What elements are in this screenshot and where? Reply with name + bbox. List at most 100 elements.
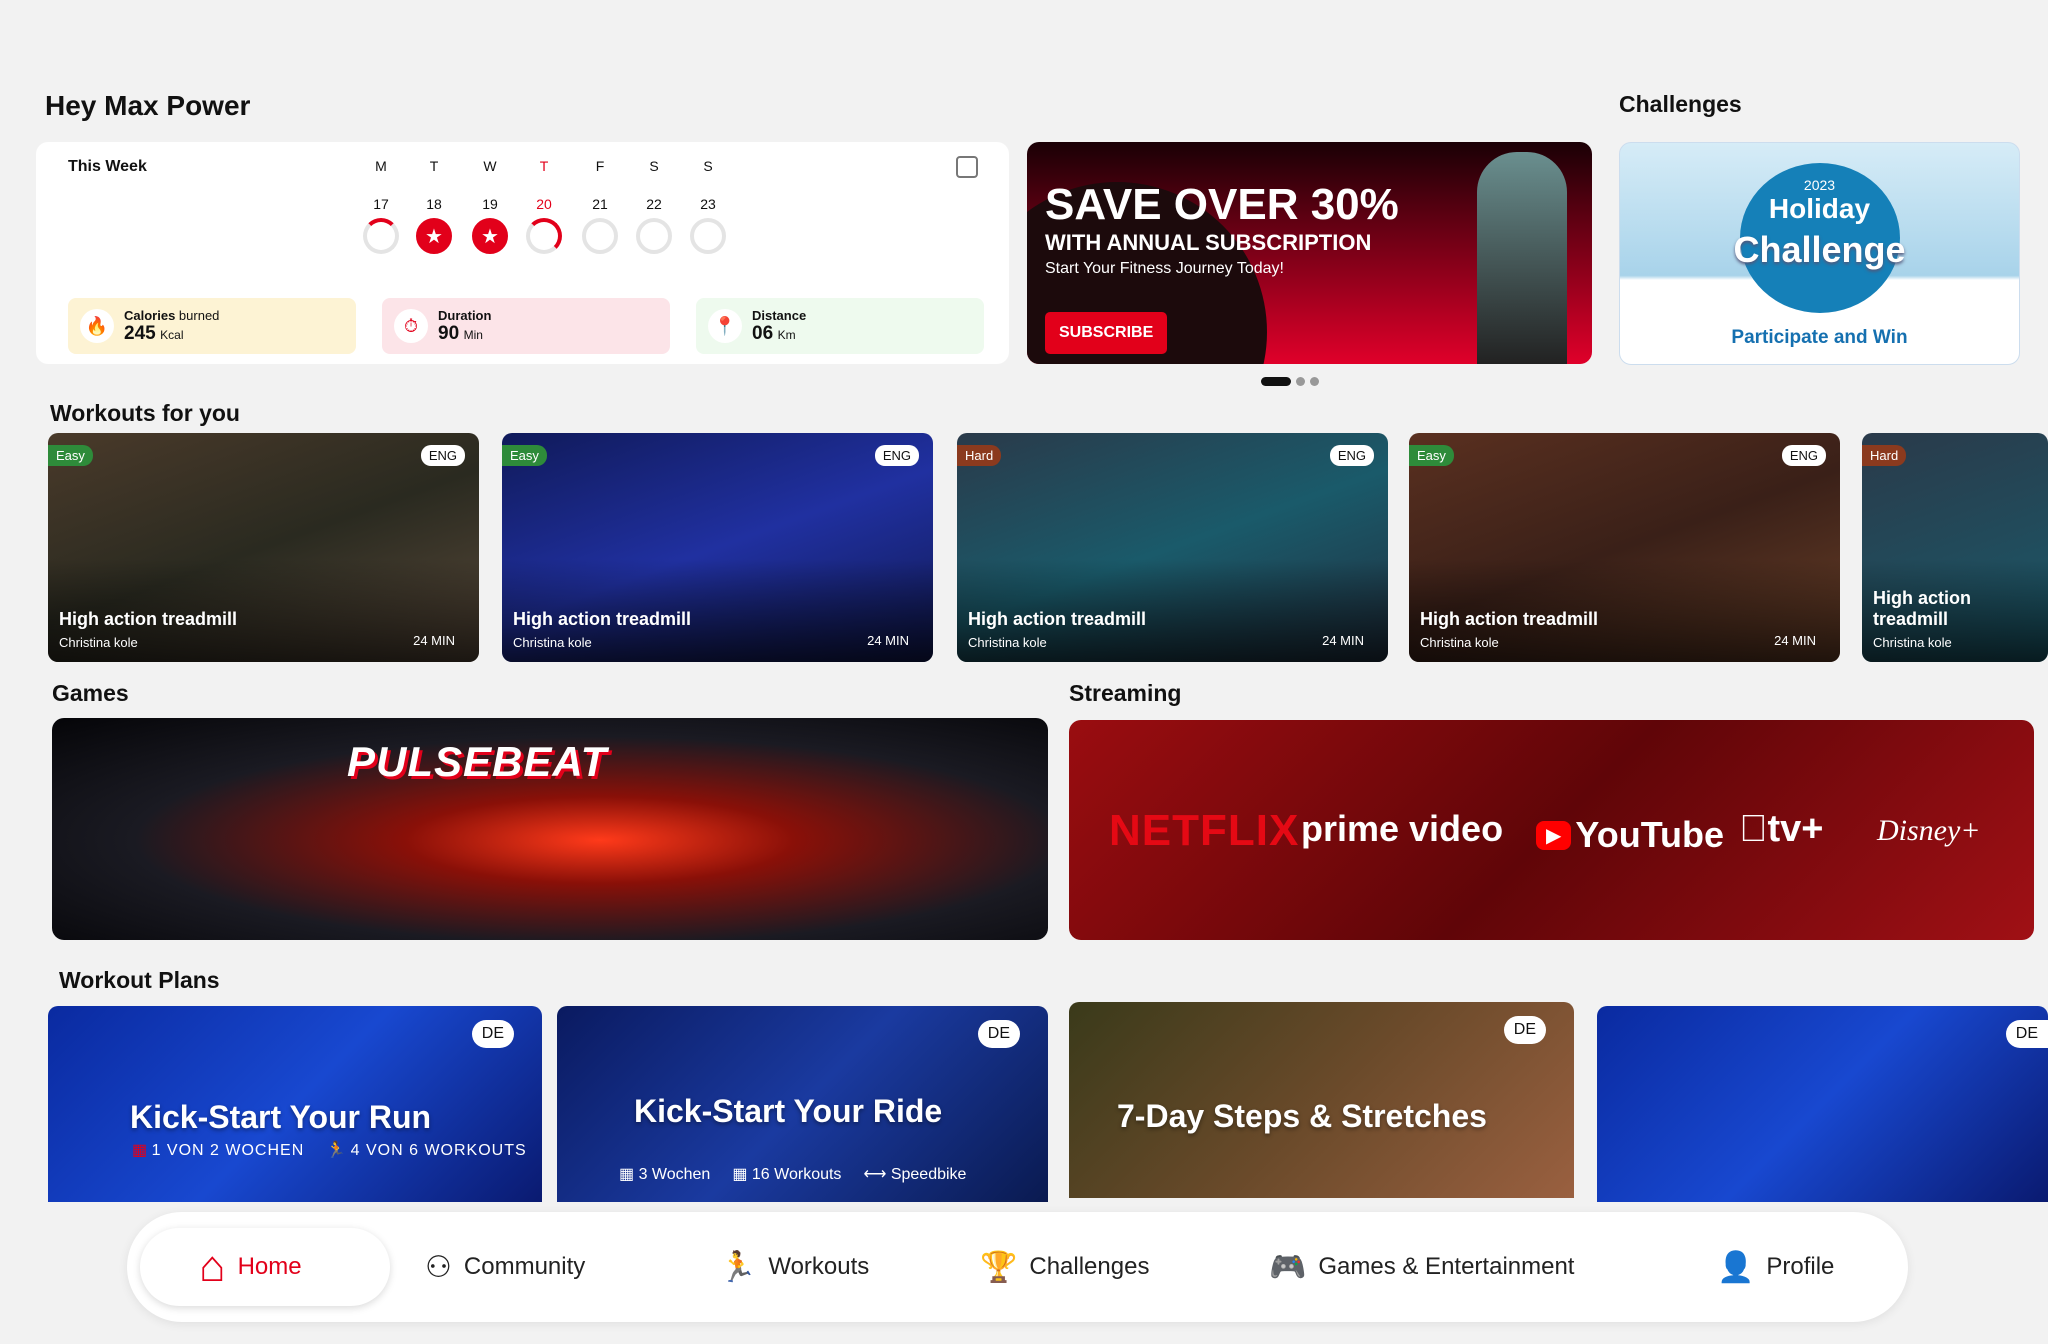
day-date[interactable]: 18 xyxy=(414,196,454,212)
youtube-logo[interactable]: ▶ YouTube xyxy=(1536,814,1724,856)
subscription-banner[interactable]: SAVE OVER 30% WITH ANNUAL SUBSCRIPTION S… xyxy=(1027,142,1592,364)
nav-community[interactable]: ⚇ Community xyxy=(425,1212,585,1322)
workout-plan-card[interactable]: DE Kick-Start Your Run ▦ 1 VON 2 WOCHEN 🏃… xyxy=(48,1006,542,1202)
participate-link[interactable]: Participate and Win xyxy=(1620,327,2019,349)
language-badge: DE xyxy=(977,1020,1020,1048)
day-date[interactable]: 21 xyxy=(580,196,620,212)
calendar-clock-icon: ▦ xyxy=(732,1166,748,1183)
level-badge: Easy xyxy=(48,445,93,466)
workout-plan-card[interactable]: DE Kick-Start Your Ride ▦ 3 Wochen ▦ 16 W… xyxy=(557,1006,1048,1202)
community-icon: ⚇ xyxy=(425,1250,452,1284)
workouts-title: Workouts for you xyxy=(50,400,240,426)
profile-icon: 👤 xyxy=(1717,1250,1755,1284)
plan-meta: ⟷ Speedbike xyxy=(863,1166,967,1183)
plan-title: Kick-Start Your Run xyxy=(130,1099,432,1135)
workout-duration: 24 MIN xyxy=(867,633,909,648)
workout-trainer: Christina kole xyxy=(1420,635,1499,650)
day-progress-ring xyxy=(690,218,726,254)
level-badge: Hard xyxy=(1862,445,1907,466)
language-badge: ENG xyxy=(420,445,465,466)
holiday-challenge-card[interactable]: 2023 Holiday Challenge Participate and W… xyxy=(1619,142,2020,365)
day-date[interactable]: 20 xyxy=(524,196,564,212)
streaming-title: Streaming xyxy=(1069,680,1182,706)
workout-card[interactable]: Hard ENG High action treadmill Christina… xyxy=(957,433,1388,662)
day-date[interactable]: 23 xyxy=(688,196,728,212)
workout-card[interactable]: Easy ENG High action treadmill Christina… xyxy=(1409,433,1840,662)
star-icon: ★ xyxy=(472,218,508,254)
workout-title: High action treadmill xyxy=(1420,609,1599,629)
stat-distance: 📍 Distance 06 Km xyxy=(696,298,984,354)
day-letter: T xyxy=(429,158,439,174)
workout-title: High action treadmill xyxy=(1873,588,1971,629)
pulsebeat-game-card[interactable]: PULSEBEAT xyxy=(52,718,1048,940)
disney-plus-logo[interactable]: Disney+ xyxy=(1877,814,1981,848)
carousel-dots[interactable] xyxy=(1261,377,1319,386)
apple-tv-logo[interactable]: tv+ xyxy=(1739,808,1823,851)
workout-trainer: Christina kole xyxy=(968,635,1047,650)
runner-icon: 🏃 xyxy=(326,1142,347,1159)
workout-title: High action treadmill xyxy=(513,609,692,629)
workout-plan-card[interactable]: DE 7-Day Steps & Stretches xyxy=(1069,1002,1574,1198)
bottom-nav: ⌂ Home ⚇ Community 🏃 Workouts 🏆 Challenges 🎮… xyxy=(127,1212,1908,1322)
workout-trainer: Christina kole xyxy=(1873,635,1952,650)
day-date[interactable]: 17 xyxy=(361,196,401,212)
workout-card[interactable]: Easy ENG High action treadmill Christina… xyxy=(502,433,933,662)
plans-title: Workout Plans xyxy=(59,967,220,993)
plan-meta: 🏃 4 VON 6 WORKOUTS xyxy=(326,1142,527,1159)
plan-title: 7-Day Steps & Stretches xyxy=(1117,1098,1487,1134)
arrows-icon: ⟷ xyxy=(863,1166,887,1183)
week-summary-card: This Week M 17 T 18 ★ W 19 ★ T 20 F 21 S 22 S 23 🔥 Calo… xyxy=(36,142,1009,364)
nav-workouts[interactable]: 🏃 Workouts xyxy=(719,1212,869,1322)
language-badge: DE xyxy=(2005,1020,2048,1048)
games-title: Games xyxy=(52,680,129,706)
nav-games-entertainment[interactable]: 🎮 Games & Entertainment xyxy=(1269,1212,1574,1322)
promo-tagline: Start Your Fitness Journey Today! xyxy=(1045,260,1284,277)
workout-card[interactable]: Hard High action treadmill Christina kol… xyxy=(1862,433,2048,662)
greeting: Hey Max Power xyxy=(45,90,251,121)
language-badge: DE xyxy=(1503,1016,1546,1044)
calendar-icon: ▦ xyxy=(132,1142,148,1159)
plan-meta: ▦ 1 VON 2 WOCHEN xyxy=(132,1142,305,1159)
day-letter: W xyxy=(483,158,497,174)
netflix-logo[interactable]: NETFLIX xyxy=(1109,806,1299,856)
workout-card[interactable]: Easy ENG High action treadmill Christina… xyxy=(48,433,479,662)
workout-plan-card[interactable]: DE xyxy=(1597,1006,2048,1202)
home-icon: ⌂ xyxy=(199,1242,226,1291)
nav-challenges[interactable]: 🏆 Challenges xyxy=(980,1212,1149,1322)
promo-headline: SAVE OVER 30% xyxy=(1045,180,1399,229)
star-icon: ★ xyxy=(416,218,452,254)
athlete-image xyxy=(1477,152,1567,364)
promo-sub: WITH ANNUAL SUBSCRIPTION xyxy=(1045,230,1372,255)
day-letter: F xyxy=(595,158,605,174)
day-date[interactable]: 22 xyxy=(634,196,674,212)
calendar-icon[interactable] xyxy=(956,156,978,178)
trophy-icon: 🏆 xyxy=(980,1250,1018,1284)
day-letter: M xyxy=(375,158,387,174)
workout-trainer: Christina kole xyxy=(513,635,592,650)
workout-title: High action treadmill xyxy=(968,609,1147,629)
day-date[interactable]: 19 xyxy=(470,196,510,212)
streaming-card[interactable]: NETFLIX prime video ▶YouTube tv+ Disney… xyxy=(1069,720,2034,940)
workout-duration: 24 MIN xyxy=(1774,633,1816,648)
day-letter: S xyxy=(703,158,713,174)
level-badge: Hard xyxy=(957,445,1002,466)
language-badge: ENG xyxy=(1781,445,1826,466)
nav-profile[interactable]: 👤 Profile xyxy=(1717,1212,1834,1322)
day-letter: T xyxy=(539,158,549,174)
day-progress-ring xyxy=(636,218,672,254)
plan-meta: ▦ 3 Wochen xyxy=(619,1166,711,1183)
calendar-icon: ▦ xyxy=(619,1166,635,1183)
level-badge: Easy xyxy=(502,445,547,466)
day-progress-ring xyxy=(363,218,399,254)
subscribe-button[interactable]: SUBSCRIBE xyxy=(1045,312,1168,354)
language-badge: ENG xyxy=(874,445,919,466)
day-progress-ring xyxy=(526,218,562,254)
nav-home[interactable]: ⌂ Home xyxy=(199,1212,302,1322)
language-badge: DE xyxy=(471,1020,514,1048)
workout-duration: 24 MIN xyxy=(413,633,455,648)
week-title: This Week xyxy=(68,158,147,175)
plan-title: Kick-Start Your Ride xyxy=(634,1093,943,1129)
prime-video-logo[interactable]: prime video xyxy=(1301,808,1503,850)
flame-icon: 🔥 xyxy=(80,309,114,343)
day-progress-ring xyxy=(582,218,618,254)
